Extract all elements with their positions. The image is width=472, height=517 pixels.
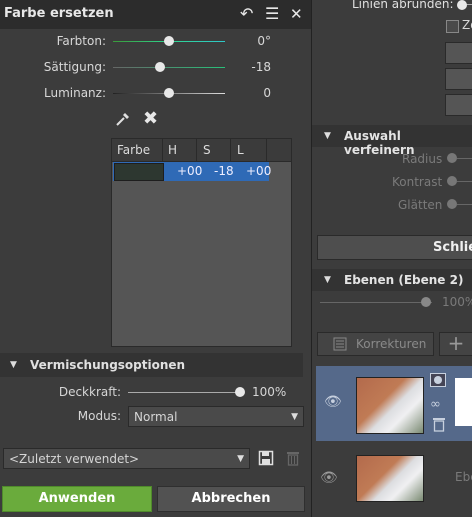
luminance-label: Luminanz:	[43, 86, 106, 100]
refine-selection-header[interactable]: ▼ Auswahl verfeinern	[312, 125, 472, 157]
layer-name: Ebe	[455, 470, 472, 484]
layer-mask-thumbnail	[455, 378, 472, 426]
delete-layer-icon[interactable]	[432, 416, 446, 432]
visibility-eye-icon[interactable]: 👁	[320, 470, 338, 486]
col-divider	[230, 139, 231, 161]
mode-select[interactable]: Normal ▼	[128, 406, 304, 427]
col-divider	[162, 139, 163, 161]
undo-icon[interactable]: ↶	[240, 4, 253, 24]
collapse-caret-icon: ▼	[10, 360, 17, 370]
contrast-label: Kontrast	[392, 175, 443, 189]
corrections-button[interactable]: Korrekturen	[317, 332, 434, 356]
round-lines-thumb[interactable]	[457, 0, 467, 10]
smooth-track[interactable]	[457, 204, 472, 205]
layer-opacity-thumb[interactable]	[421, 297, 431, 307]
saturation-label: Sättigung:	[43, 60, 106, 74]
close-icon[interactable]: ✕	[290, 4, 303, 24]
radius-thumb[interactable]	[447, 153, 457, 163]
color-swatch	[114, 163, 164, 181]
col-l: L	[237, 143, 244, 157]
visibility-eye-icon[interactable]: 👁	[324, 394, 342, 410]
layer-opacity-value: 100%	[442, 295, 472, 309]
replace-color-panel: Farbe ersetzen ↶ ☰ ✕ Farbton: 0° Sättigu…	[0, 0, 311, 517]
contrast-track[interactable]	[457, 181, 472, 182]
luminance-slider-thumb[interactable]	[164, 88, 174, 98]
mask-icon[interactable]	[430, 373, 446, 387]
eyedropper-icon[interactable]	[114, 110, 132, 128]
col-divider	[196, 139, 197, 161]
opacity-slider-track[interactable]	[128, 392, 240, 393]
saturation-value: -18	[251, 60, 271, 74]
save-preset-icon[interactable]	[258, 450, 274, 466]
smooth-label: Glätten	[398, 198, 443, 212]
panel-title: Farbe ersetzen	[4, 6, 114, 21]
collapse-caret-icon: ▼	[324, 131, 331, 141]
panel-header: Farbe ersetzen ↶ ☰ ✕	[0, 0, 311, 29]
luminance-value: 0	[263, 86, 271, 100]
close-selection-label: Schlie	[433, 240, 472, 255]
opacity-slider-thumb[interactable]	[235, 387, 245, 397]
col-color: Farbe	[117, 143, 151, 157]
mode-label: Modus:	[77, 409, 121, 423]
checkbox-label: Zo	[462, 18, 472, 32]
saturation-slider-track[interactable]	[113, 67, 225, 68]
smooth-thumb[interactable]	[447, 199, 457, 209]
radius-track[interactable]	[457, 158, 472, 159]
dropdown-arrow-icon: ▼	[291, 412, 298, 422]
opacity-value: 100%	[252, 385, 287, 399]
right-panel: Linien abrunden: Zo ▼ Auswahl verfeinern…	[311, 0, 472, 517]
add-layer-icon[interactable]: +	[439, 332, 472, 356]
contrast-thumb[interactable]	[447, 176, 457, 186]
layer-thumbnail	[356, 455, 424, 502]
opacity-label: Deckkraft:	[58, 385, 121, 399]
collapse-caret-icon: ▼	[324, 275, 331, 285]
radius-label: Radius	[402, 152, 443, 166]
color-table: Farbe H S L +00 -18 +00	[111, 138, 292, 347]
col-divider	[266, 139, 267, 161]
blend-options-title: Vermischungsoptionen	[30, 358, 186, 372]
tool-button[interactable]	[445, 68, 472, 90]
cancel-button[interactable]: Abbrechen	[157, 486, 305, 512]
preset-value: <Zuletzt verwendet>	[9, 452, 140, 466]
col-h: H	[168, 143, 178, 157]
layer-thumbnail	[356, 377, 424, 434]
link-icon[interactable]: ∞	[430, 397, 441, 412]
hue-value: 0°	[257, 34, 271, 48]
hue-slider-thumb[interactable]	[164, 36, 174, 46]
layer-opacity-track[interactable]	[320, 302, 432, 303]
close-selection-button[interactable]: Schlie	[317, 235, 472, 260]
layers-title: Ebenen (Ebene 2)	[344, 273, 464, 287]
delete-preset-icon[interactable]	[286, 450, 300, 466]
layers-header[interactable]: ▼ Ebenen (Ebene 2)	[312, 269, 472, 291]
corrections-label: Korrekturen	[356, 337, 427, 351]
blend-options-header[interactable]: ▼ Vermischungsoptionen	[0, 353, 303, 377]
round-lines-label: Linien abrunden:	[352, 0, 454, 11]
tool-button[interactable]	[445, 94, 472, 116]
layer-row-selected[interactable]: 👁 ∞	[316, 366, 472, 441]
hue-label: Farbton:	[56, 34, 106, 48]
menu-icon[interactable]: ☰	[265, 4, 279, 24]
saturation-slider-thumb[interactable]	[155, 62, 165, 72]
zoom-checkbox[interactable]	[446, 20, 459, 33]
remove-color-icon[interactable]: ✖	[143, 108, 158, 129]
table-row[interactable]: +00 -18 +00	[113, 162, 272, 181]
preset-select[interactable]: <Zuletzt verwendet> ▼	[3, 448, 250, 469]
cell-s: -18	[214, 164, 234, 178]
table-header: Farbe H S L	[112, 139, 291, 162]
cell-h: +00	[177, 164, 203, 178]
cell-l: +00	[246, 164, 272, 178]
tool-button[interactable]	[445, 42, 472, 64]
dropdown-arrow-icon: ▼	[237, 454, 244, 464]
col-s: S	[203, 143, 211, 157]
adjustments-icon	[333, 337, 347, 351]
apply-button[interactable]: Anwenden	[2, 486, 152, 512]
mode-value: Normal	[134, 410, 178, 424]
